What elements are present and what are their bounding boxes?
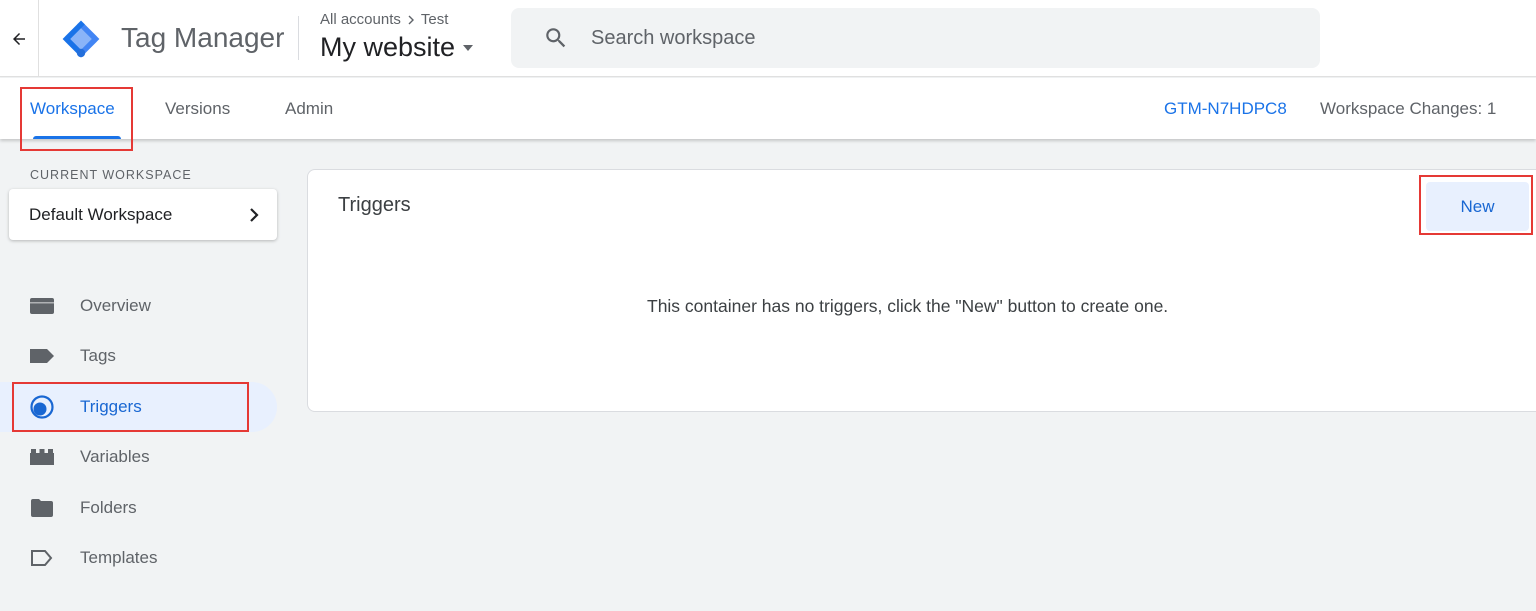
template-icon [29, 545, 55, 571]
sidebar-item-label: Overview [80, 296, 151, 315]
breadcrumb-account-name[interactable]: Test [421, 11, 449, 28]
trigger-icon [29, 394, 55, 420]
dropdown-arrow-icon [463, 44, 474, 51]
tag-manager-logo [62, 20, 100, 58]
workspace-changes: Workspace Changes: 1 [1320, 98, 1497, 118]
search-bar [511, 8, 1320, 68]
sidebar-item-label: Tags [80, 346, 116, 365]
tab-workspace[interactable]: Workspace [30, 78, 115, 139]
search-icon[interactable] [541, 23, 571, 53]
current-workspace-label: CURRENT WORKSPACE [30, 168, 192, 182]
header-divider [298, 16, 299, 60]
arrow-back-icon [13, 32, 25, 45]
triggers-panel: Triggers New This container has no trigg… [307, 169, 1536, 412]
sidebar-item-label: Folders [80, 498, 137, 517]
back-button[interactable] [0, 0, 39, 77]
folder-icon [29, 495, 55, 521]
tab-versions[interactable]: Versions [165, 78, 230, 139]
breadcrumb: All accounts Test [320, 11, 448, 28]
variables-icon [29, 444, 55, 470]
sidebar-item-triggers[interactable]: Triggers [0, 382, 277, 432]
active-tab-indicator [33, 136, 121, 139]
chevron-right-icon [250, 207, 259, 222]
container-selector[interactable]: My website [320, 32, 475, 63]
sidebar-item-label: Templates [80, 548, 158, 567]
sidebar-item-variables[interactable]: Variables [0, 432, 277, 482]
workspace-selector[interactable]: Default Workspace [9, 189, 277, 240]
nav-bar: Workspace Versions Admin GTM-N7HDPC8 Wor… [0, 78, 1536, 139]
chevron-right-icon [408, 15, 414, 24]
empty-state-text: This container has no triggers, click th… [647, 296, 1169, 316]
container-id[interactable]: GTM-N7HDPC8 [1164, 78, 1287, 139]
sidebar-item-templates[interactable]: Templates [0, 533, 277, 583]
sidebar-item-folders[interactable]: Folders [0, 483, 277, 533]
breadcrumb-all-accounts[interactable]: All accounts [320, 11, 401, 28]
workspace-name: Default Workspace [29, 204, 173, 224]
sidebar-item-tags[interactable]: Tags [0, 331, 277, 381]
panel-title: Triggers [338, 194, 411, 216]
container-name: My website [320, 32, 456, 62]
sidebar-item-label: Triggers [80, 397, 142, 416]
sidebar-item-label: Variables [80, 447, 150, 466]
tab-admin[interactable]: Admin [285, 78, 333, 139]
new-trigger-button[interactable]: New [1426, 182, 1529, 231]
overview-icon [29, 293, 55, 319]
app-name: Tag Manager [121, 22, 285, 53]
top-bar: Tag Manager All accounts Test My website [0, 0, 1536, 77]
sidebar-item-overview[interactable]: Overview [0, 281, 277, 331]
tag-icon [29, 343, 55, 369]
search-input[interactable] [591, 26, 1271, 50]
